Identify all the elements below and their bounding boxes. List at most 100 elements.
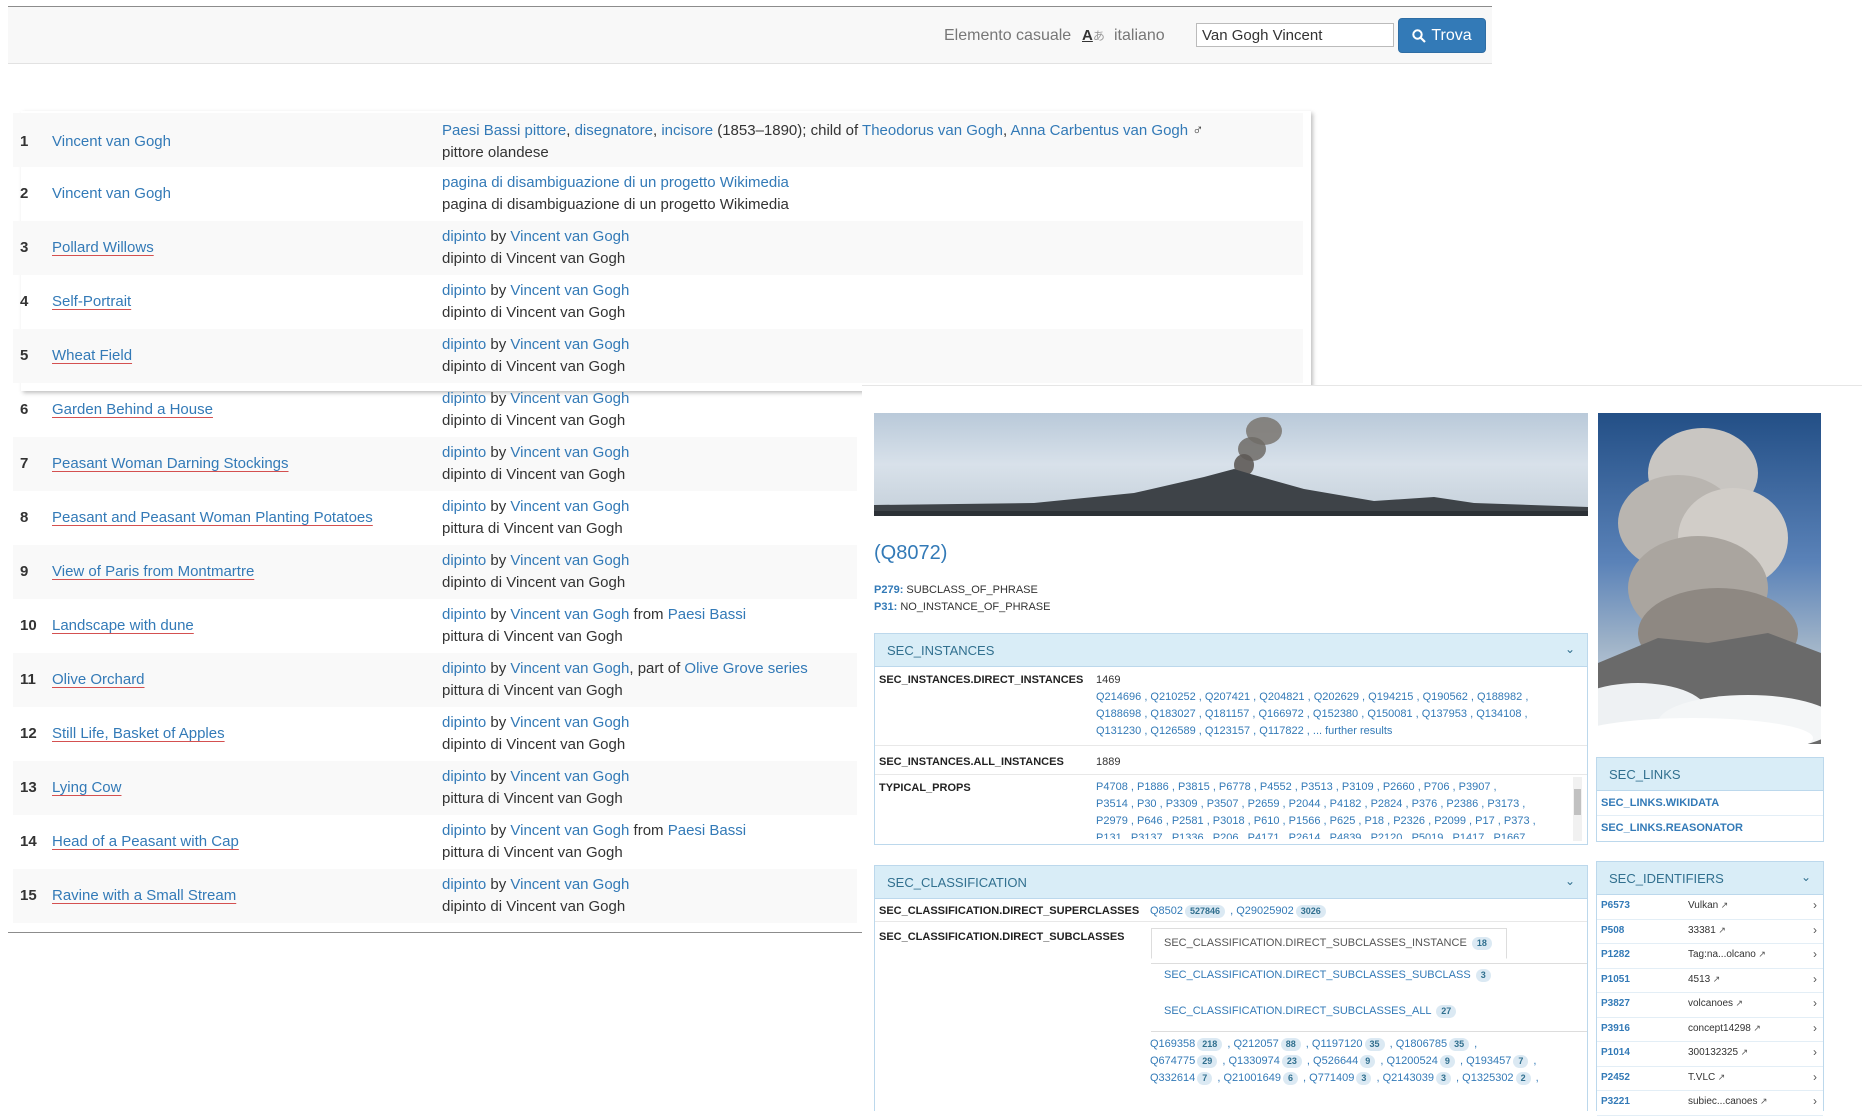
- result-title-link[interactable]: Landscape with dune: [52, 617, 194, 634]
- chevron-right-icon[interactable]: ›: [1813, 947, 1817, 961]
- p279-link[interactable]: P279:: [874, 584, 903, 596]
- tab-subclasses-subclass[interactable]: SEC_CLASSIFICATION.DIRECT_SUBCLASSES_SUB…: [1164, 969, 1493, 982]
- chevron-down-icon[interactable]: ⌄: [1801, 870, 1811, 884]
- language-icon[interactable]: Aあ: [1082, 27, 1105, 44]
- description-link[interactable]: Vincent van Gogh: [510, 768, 629, 785]
- description-link[interactable]: Paesi Bassi: [442, 122, 520, 139]
- description-link[interactable]: pittore: [525, 122, 567, 139]
- description-link[interactable]: Theodorus van Gogh: [862, 122, 1003, 139]
- description-link[interactable]: dipinto: [442, 282, 486, 299]
- tab-subclasses-all[interactable]: SEC_CLASSIFICATION.DIRECT_SUBCLASSES_ALL…: [1164, 1005, 1458, 1018]
- identifier-value-link[interactable]: 33381 ↗: [1688, 925, 1726, 936]
- description-link[interactable]: Vincent van Gogh: [510, 228, 629, 245]
- identifiers-header[interactable]: SEC_IDENTIFIERS ⌄: [1597, 862, 1823, 895]
- subclass-link[interactable]: Q1325302: [1462, 1072, 1513, 1084]
- identifier-row[interactable]: P3916 concept14298 ↗ ›: [1597, 1018, 1823, 1042]
- description-link[interactable]: dipinto: [442, 444, 486, 461]
- instances-header[interactable]: SEC_INSTANCES ⌄: [875, 634, 1587, 667]
- description-link[interactable]: dipinto: [442, 822, 486, 839]
- identifier-property-link[interactable]: P1282: [1601, 949, 1630, 960]
- tab-subclasses-instance[interactable]: SEC_CLASSIFICATION.DIRECT_SUBCLASSES_INS…: [1151, 928, 1507, 959]
- description-link[interactable]: dipinto: [442, 390, 486, 407]
- chevron-right-icon[interactable]: ›: [1813, 923, 1817, 937]
- subclass-link[interactable]: Q1330974: [1228, 1055, 1279, 1067]
- result-title-link[interactable]: Vincent van Gogh: [52, 133, 171, 150]
- result-title-link[interactable]: Lying Cow: [52, 779, 121, 796]
- typical-props-line[interactable]: P131 , P3137 , P1336 , P206 , P4171 , P2…: [1096, 830, 1566, 839]
- wikidata-link[interactable]: SEC_LINKS.WIKIDATA: [1597, 791, 1823, 816]
- chevron-right-icon[interactable]: ›: [1813, 1021, 1817, 1035]
- subclass-link[interactable]: Q1200524: [1386, 1055, 1437, 1067]
- typical-props-line[interactable]: P3514 , P30 , P3309 , P3507 , P2659 , P2…: [1096, 796, 1566, 813]
- direct-instances-line[interactable]: Q131230 , Q126589 , Q123157 , Q117822 , …: [1096, 723, 1528, 740]
- identifier-value-link[interactable]: 300132325 ↗: [1688, 1047, 1748, 1058]
- description-link[interactable]: dipinto: [442, 228, 486, 245]
- description-link[interactable]: Vincent van Gogh: [510, 876, 629, 893]
- identifier-property-link[interactable]: P3916: [1601, 1023, 1630, 1034]
- description-link[interactable]: dipinto: [442, 768, 486, 785]
- typical-props-scrollbar[interactable]: [1573, 777, 1582, 841]
- description-link[interactable]: Paesi Bassi: [668, 822, 746, 839]
- result-title-link[interactable]: Still Life, Basket of Apples: [52, 725, 225, 742]
- identifier-property-link[interactable]: P2452: [1601, 1072, 1630, 1083]
- description-link[interactable]: dipinto: [442, 876, 486, 893]
- typical-props-line[interactable]: P2979 , P646 , P2581 , P3018 , P610 , P1…: [1096, 813, 1566, 830]
- reasonator-link[interactable]: SEC_LINKS.REASONATOR: [1597, 816, 1823, 841]
- subclass-link[interactable]: Q21001649: [1223, 1072, 1281, 1084]
- typical-props-line[interactable]: P4708 , P1886 , P3815 , P6778 , P4552 , …: [1096, 779, 1566, 796]
- description-link[interactable]: Vincent van Gogh: [510, 498, 629, 515]
- identifier-value-link[interactable]: Vulkan ↗: [1688, 900, 1728, 911]
- classification-header[interactable]: SEC_CLASSIFICATION ⌄: [875, 866, 1587, 899]
- description-link[interactable]: Vincent van Gogh: [510, 282, 629, 299]
- identifier-property-link[interactable]: P3221: [1601, 1096, 1630, 1107]
- description-link[interactable]: pagina di disambiguazione di un progetto…: [442, 174, 789, 191]
- identifier-row[interactable]: P2452 T.VLC ↗ ›: [1597, 1067, 1823, 1091]
- description-link[interactable]: Vincent van Gogh: [510, 714, 629, 731]
- result-title-link[interactable]: Self-Portrait: [52, 293, 131, 310]
- description-link[interactable]: Olive Grove series: [684, 660, 807, 677]
- subclass-link[interactable]: Q1197120: [1312, 1038, 1363, 1050]
- description-link[interactable]: Anna Carbentus van Gogh: [1010, 122, 1188, 139]
- subclass-link[interactable]: Q212057: [1233, 1038, 1278, 1050]
- identifier-row[interactable]: P1014 300132325 ↗ ›: [1597, 1042, 1823, 1067]
- identifier-row[interactable]: P3221 subiec...canoes ↗ ›: [1597, 1091, 1823, 1116]
- result-title-link[interactable]: Peasant Woman Darning Stockings: [52, 455, 289, 472]
- identifier-value-link[interactable]: volcanoes ↗: [1688, 998, 1743, 1009]
- chevron-right-icon[interactable]: ›: [1813, 972, 1817, 986]
- description-link[interactable]: dipinto: [442, 498, 486, 515]
- result-title-link[interactable]: Olive Orchard: [52, 671, 145, 688]
- description-link[interactable]: disegnatore: [575, 122, 653, 139]
- result-title-link[interactable]: Ravine with a Small Stream: [52, 887, 236, 904]
- identifier-row[interactable]: P508 33381 ↗ ›: [1597, 920, 1823, 944]
- chevron-right-icon[interactable]: ›: [1813, 1045, 1817, 1059]
- subclass-link[interactable]: Q1806785: [1396, 1038, 1447, 1050]
- description-link[interactable]: Paesi Bassi: [668, 606, 746, 623]
- chevron-right-icon[interactable]: ›: [1813, 1094, 1817, 1108]
- identifier-property-link[interactable]: P6573: [1601, 900, 1630, 911]
- subclass-link[interactable]: Q332614: [1150, 1072, 1195, 1084]
- description-link[interactable]: Vincent van Gogh: [510, 606, 629, 623]
- superclass-link[interactable]: Q8502: [1150, 905, 1183, 917]
- identifier-property-link[interactable]: P1014: [1601, 1047, 1630, 1058]
- subclass-link[interactable]: Q169358: [1150, 1038, 1195, 1050]
- chevron-right-icon[interactable]: ›: [1813, 1070, 1817, 1084]
- identifier-value-link[interactable]: Tag:na...olcano ↗: [1688, 949, 1766, 960]
- chevron-right-icon[interactable]: ›: [1813, 996, 1817, 1010]
- result-title-link[interactable]: Pollard Willows: [52, 239, 154, 256]
- description-link[interactable]: Vincent van Gogh: [510, 336, 629, 353]
- description-link[interactable]: incisore: [661, 122, 713, 139]
- identifier-value-link[interactable]: 4513 ↗: [1688, 974, 1720, 985]
- result-title-link[interactable]: Wheat Field: [52, 347, 132, 364]
- description-link[interactable]: dipinto: [442, 660, 486, 677]
- identifier-row[interactable]: P1282 Tag:na...olcano ↗ ›: [1597, 944, 1823, 969]
- identifier-value-link[interactable]: subiec...canoes ↗: [1688, 1096, 1768, 1107]
- subclass-link[interactable]: Q674775: [1150, 1055, 1195, 1067]
- chevron-right-icon[interactable]: ›: [1813, 898, 1817, 912]
- description-link[interactable]: dipinto: [442, 336, 486, 353]
- subclass-link[interactable]: Q771409: [1309, 1072, 1354, 1084]
- result-title-link[interactable]: Peasant and Peasant Woman Planting Potat…: [52, 509, 373, 526]
- search-button[interactable]: Trova: [1398, 18, 1486, 53]
- subclass-link[interactable]: Q2143039: [1383, 1072, 1434, 1084]
- identifier-property-link[interactable]: P3827: [1601, 998, 1630, 1009]
- result-title-link[interactable]: Head of a Peasant with Cap: [52, 833, 239, 850]
